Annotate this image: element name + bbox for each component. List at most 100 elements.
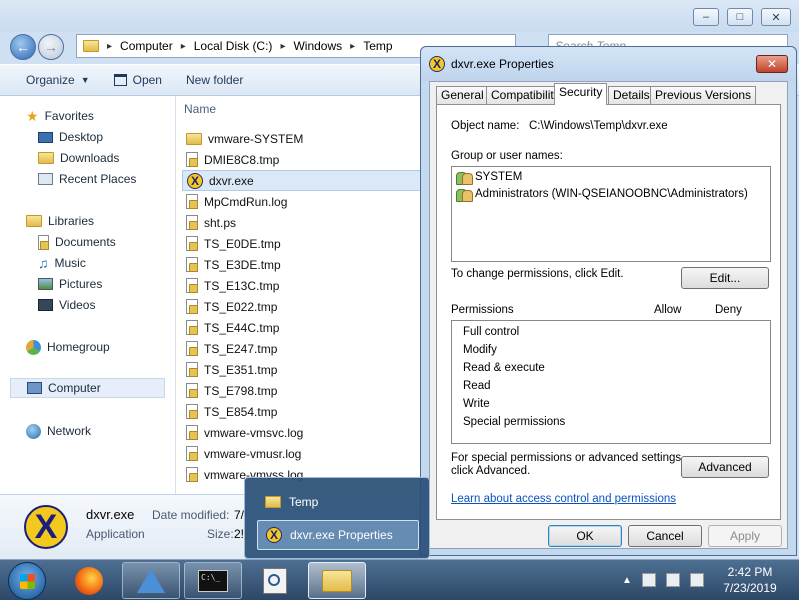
taskbar-explorer[interactable] bbox=[308, 562, 366, 599]
forward-button[interactable]: → bbox=[38, 34, 64, 60]
file-row[interactable]: DMIE8C8.tmp bbox=[182, 149, 422, 170]
network-status-icon[interactable] bbox=[666, 573, 680, 587]
column-header-name[interactable]: Name bbox=[184, 102, 216, 116]
terminal-icon: C:\_ bbox=[198, 569, 228, 592]
group-item-administrators[interactable]: Administrators (WIN-QSEIANOOBNC\Administ… bbox=[456, 187, 748, 202]
permissions-list[interactable]: Full control Modify Read & execute Read … bbox=[451, 320, 771, 444]
taskbar-wireshark[interactable] bbox=[122, 562, 180, 599]
user-group-icon bbox=[456, 170, 473, 185]
group-item-system[interactable]: SYSTEM bbox=[456, 170, 522, 185]
file-row[interactable]: TS_E44C.tmp bbox=[182, 317, 422, 338]
dropdown-arrow-icon: ▼ bbox=[80, 75, 90, 85]
group-names-list[interactable]: SYSTEM Administrators (WIN-QSEIANOOBNC\A… bbox=[451, 166, 771, 262]
nav-downloads[interactable]: Downloads bbox=[38, 148, 119, 168]
breadcrumb-windows[interactable]: Windows bbox=[293, 39, 342, 53]
downloads-folder-icon bbox=[38, 152, 54, 164]
details-filetype: Application bbox=[86, 527, 145, 541]
file-row[interactable]: TS_E798.tmp bbox=[182, 380, 422, 401]
organize-button[interactable]: Organize ▼ bbox=[26, 73, 90, 87]
minimize-button[interactable]: – bbox=[693, 8, 719, 26]
taskbar-firefox[interactable] bbox=[60, 562, 118, 599]
file-row[interactable]: TS_E3DE.tmp bbox=[182, 254, 422, 275]
chevron-right-icon: ▸ bbox=[107, 40, 113, 52]
explorer-folder-icon bbox=[322, 569, 352, 592]
learn-access-control-link[interactable]: Learn about access control and permissio… bbox=[451, 493, 676, 505]
tab-details[interactable]: Details bbox=[608, 86, 655, 104]
advanced-button[interactable]: Advanced bbox=[681, 456, 769, 478]
apply-button[interactable]: Apply bbox=[708, 525, 782, 547]
maximize-button[interactable]: □ bbox=[727, 8, 753, 26]
tab-security[interactable]: Security bbox=[554, 83, 608, 105]
nav-pictures[interactable]: Pictures bbox=[38, 274, 102, 294]
nav-videos[interactable]: Videos bbox=[38, 295, 95, 315]
file-row[interactable]: TS_E854.tmp bbox=[182, 401, 422, 422]
nav-computer[interactable]: Computer bbox=[10, 378, 165, 398]
nav-favorites[interactable]: ★ Favorites bbox=[26, 106, 94, 126]
nav-libraries[interactable]: Libraries bbox=[26, 211, 94, 231]
permission-special: Special permissions bbox=[463, 416, 566, 428]
breadcrumb-computer[interactable]: Computer bbox=[120, 39, 173, 53]
show-hidden-icons-arrow[interactable]: ▲ bbox=[622, 575, 636, 589]
group-names-label: Group or user names: bbox=[451, 150, 563, 162]
file-name: dxvr.exe bbox=[209, 173, 254, 188]
navigation-pane: ★ Favorites Desktop Downloads Recent Pla… bbox=[0, 96, 176, 494]
nav-label: Pictures bbox=[59, 277, 103, 291]
nav-documents[interactable]: Documents bbox=[38, 232, 116, 252]
dialog-close-button[interactable]: ✕ bbox=[756, 55, 788, 73]
tab-compatibility[interactable]: Compatibility bbox=[486, 86, 565, 104]
nav-homegroup[interactable]: Homegroup bbox=[26, 337, 110, 357]
ok-button[interactable]: OK bbox=[548, 525, 622, 547]
preview-item-properties[interactable]: X dxvr.exe Properties bbox=[257, 520, 419, 550]
taskbar-search-app[interactable] bbox=[246, 562, 304, 599]
file-name: MpCmdRun.log bbox=[204, 194, 288, 209]
system-clock[interactable]: 2:42 PM 7/23/2019 bbox=[716, 564, 784, 596]
dialog-body: General Compatibility Security Details P… bbox=[429, 81, 788, 549]
breadcrumb-temp[interactable]: Temp bbox=[363, 39, 392, 53]
close-button[interactable]: ✕ bbox=[761, 8, 791, 26]
file-name: TS_E798.tmp bbox=[204, 383, 278, 398]
clock-date: 7/23/2019 bbox=[723, 581, 777, 595]
file-name: sht.ps bbox=[204, 215, 237, 230]
file-row[interactable]: vmware-vmsvc.log bbox=[182, 422, 422, 443]
file-row[interactable]: TS_E022.tmp bbox=[182, 296, 422, 317]
nav-label: Favorites bbox=[44, 109, 94, 123]
folder-icon bbox=[265, 496, 281, 508]
file-row[interactable]: vmware-vmusr.log bbox=[182, 443, 422, 464]
nav-desktop[interactable]: Desktop bbox=[38, 127, 103, 147]
nav-music[interactable]: ♫ Music bbox=[38, 253, 86, 273]
action-center-flag-icon[interactable] bbox=[642, 573, 656, 587]
file-name: TS_E247.tmp bbox=[204, 341, 278, 356]
file-icon bbox=[186, 383, 198, 398]
breadcrumb-local-disk[interactable]: Local Disk (C:) bbox=[194, 39, 273, 53]
tab-previous-versions[interactable]: Previous Versions bbox=[650, 86, 757, 104]
volume-muted-icon[interactable] bbox=[690, 573, 704, 587]
tab-general[interactable]: General bbox=[436, 86, 489, 104]
exe-icon: X bbox=[187, 172, 203, 189]
new-folder-button[interactable]: New folder bbox=[186, 73, 243, 87]
file-name: TS_E022.tmp bbox=[204, 299, 278, 314]
file-name: DMIE8C8.tmp bbox=[204, 152, 280, 167]
open-button[interactable]: Open bbox=[113, 73, 162, 87]
file-row[interactable]: TS_E13C.tmp bbox=[182, 275, 422, 296]
exe-icon: X bbox=[266, 527, 282, 543]
file-row[interactable]: TS_E247.tmp bbox=[182, 338, 422, 359]
file-row[interactable]: vmware-SYSTEM bbox=[182, 128, 422, 149]
edit-button[interactable]: Edit... bbox=[681, 267, 769, 289]
nav-recent-places[interactable]: Recent Places bbox=[38, 169, 136, 189]
file-row[interactable]: TS_E351.tmp bbox=[182, 359, 422, 380]
shark-fin-icon bbox=[137, 568, 165, 593]
taskbar-command-prompt[interactable]: C:\_ bbox=[184, 562, 242, 599]
back-button[interactable]: ← bbox=[10, 34, 36, 60]
start-button[interactable] bbox=[8, 562, 46, 600]
homegroup-icon bbox=[26, 339, 41, 355]
recent-places-icon bbox=[38, 173, 53, 185]
file-row[interactable]: MpCmdRun.log bbox=[182, 191, 422, 212]
file-row[interactable]: sht.ps bbox=[182, 212, 422, 233]
dialog-titlebar[interactable]: X dxvr.exe Properties ✕ bbox=[421, 47, 796, 81]
cancel-button[interactable]: Cancel bbox=[628, 525, 702, 547]
file-row[interactable]: Xdxvr.exe bbox=[182, 170, 422, 191]
nav-network[interactable]: Network bbox=[26, 421, 91, 441]
preview-item-temp[interactable]: Temp bbox=[257, 487, 419, 517]
file-row[interactable]: TS_E0DE.tmp bbox=[182, 233, 422, 254]
details-size-value: 2! bbox=[234, 527, 245, 541]
